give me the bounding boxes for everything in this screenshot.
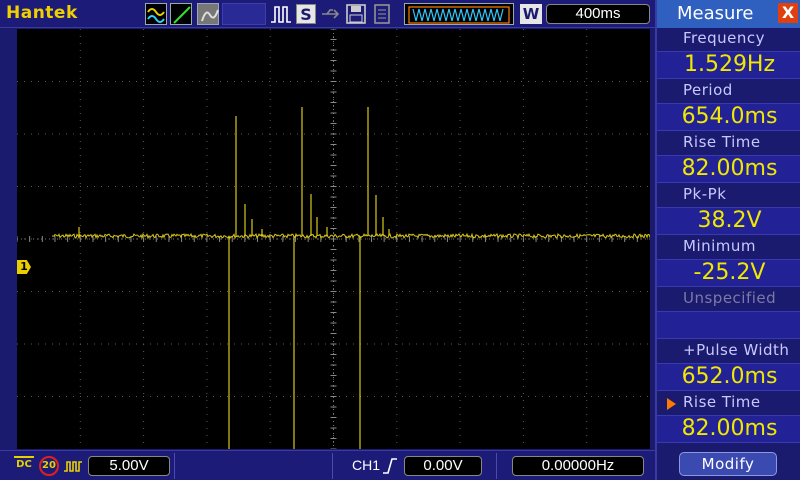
brand-logo: Hantek (6, 3, 78, 23)
ch1-volts-per-div[interactable]: 5.00V (88, 456, 170, 476)
dc-coupling-icon[interactable]: DC (14, 456, 34, 476)
frequency-counter[interactable]: 0.00000Hz (512, 456, 644, 476)
waveform-graticule (17, 29, 650, 449)
measure-label-unspecified: Unspecified (683, 289, 777, 307)
measure-panel: Measure X Frequency 1.529Hz Period 654.0… (655, 0, 800, 480)
measure-value-period[interactable]: 654.0ms (657, 103, 800, 131)
divider (496, 453, 497, 479)
file-icon[interactable] (371, 3, 393, 25)
bandwidth-limit-icon[interactable]: 20 (39, 456, 59, 476)
trace-baseline (52, 232, 650, 240)
probe-icon[interactable] (63, 457, 83, 475)
measure-label-rise-time: Rise Time (683, 133, 761, 151)
ch1-trace (52, 107, 650, 449)
window-button[interactable]: W (520, 4, 542, 24)
measure-panel-title: Measure (677, 3, 754, 24)
measure-panel-header: Measure X (657, 0, 800, 28)
modify-button[interactable]: Modify (679, 452, 777, 476)
divider (332, 453, 333, 479)
measure-label-minimum: Minimum (683, 237, 757, 255)
measure-value-minimum[interactable]: -25.2V (657, 259, 800, 287)
measure-value-rise-time-2[interactable]: 82.00ms (657, 415, 800, 443)
trigger-source[interactable]: CH1 (352, 457, 380, 473)
rising-edge-icon[interactable] (382, 456, 398, 476)
bottom-status-bar: DC 20 5.00V CH1 0.00V 0.00000Hz (0, 450, 655, 480)
graticule-grid (17, 29, 650, 449)
measure-label-period: Period (683, 81, 733, 99)
measure-label-pk-pk: Pk-Pk (683, 185, 727, 203)
measure-value-pk-pk[interactable]: 38.2V (657, 207, 800, 235)
coupling-label: DC (14, 456, 34, 470)
measure-value-rise-time[interactable]: 82.00ms (657, 155, 800, 183)
measure-label-rise-time-2: Rise Time (683, 393, 761, 411)
edge-icon[interactable] (170, 3, 192, 25)
close-button[interactable]: X (778, 3, 798, 23)
measure-value-unspecified[interactable] (657, 311, 800, 339)
status-box (222, 3, 266, 25)
waveform-display[interactable]: 1 (17, 29, 650, 449)
save-icon[interactable] (345, 3, 367, 25)
usb-icon (320, 3, 342, 25)
divider (174, 453, 175, 479)
stop-button[interactable]: S (296, 4, 316, 24)
pulse-icon[interactable] (270, 3, 292, 25)
measure-label-pulse-width: +Pulse Width (683, 341, 790, 359)
run-mode-icon[interactable] (145, 3, 167, 25)
trigger-level[interactable]: 0.00V (404, 456, 482, 476)
measure-label-frequency: Frequency (683, 29, 765, 47)
time-window-strip[interactable] (404, 3, 514, 25)
persist-icon[interactable] (197, 3, 219, 25)
measure-value-frequency[interactable]: 1.529Hz (657, 51, 800, 79)
top-toolbar: Hantek S W 400ms (0, 0, 655, 28)
measure-value-pulse-width[interactable]: 652.0ms (657, 363, 800, 391)
timebase-readout[interactable]: 400ms (546, 4, 650, 24)
